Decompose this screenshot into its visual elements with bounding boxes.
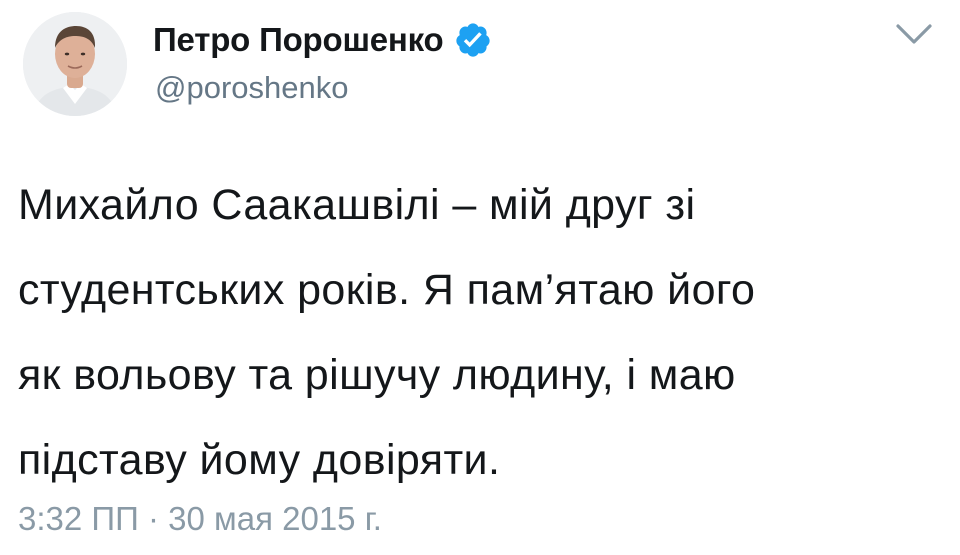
tweet-timestamp[interactable]: 3:32 ПП · 30 мая 2015 г.: [18, 500, 382, 538]
avatar[interactable]: [23, 12, 127, 116]
tweet-text-line: підставу йому довіряти.: [18, 436, 501, 484]
tweet-text-line: студентських років. Я пам’ятаю його: [18, 266, 756, 314]
tweet-text: Михайло Саакашвілі – мій друг зі студент…: [18, 163, 938, 503]
author-display-name[interactable]: Петро Порошенко: [153, 21, 444, 59]
verified-badge-icon: [454, 21, 492, 59]
author-handle[interactable]: @poroshenko: [155, 70, 348, 106]
author-row: Петро Порошенко: [153, 18, 492, 62]
tweet-card: Петро Порошенко @poroshenko Михайло Саак…: [0, 0, 960, 555]
user-photo-avatar-icon: [23, 12, 127, 116]
tweet-text-line: Михайло Саакашвілі – мій друг зі: [18, 181, 696, 229]
tweet-text-line: як вольову та рішучу людину, і маю: [18, 351, 736, 399]
chevron-down-icon[interactable]: [892, 20, 936, 50]
